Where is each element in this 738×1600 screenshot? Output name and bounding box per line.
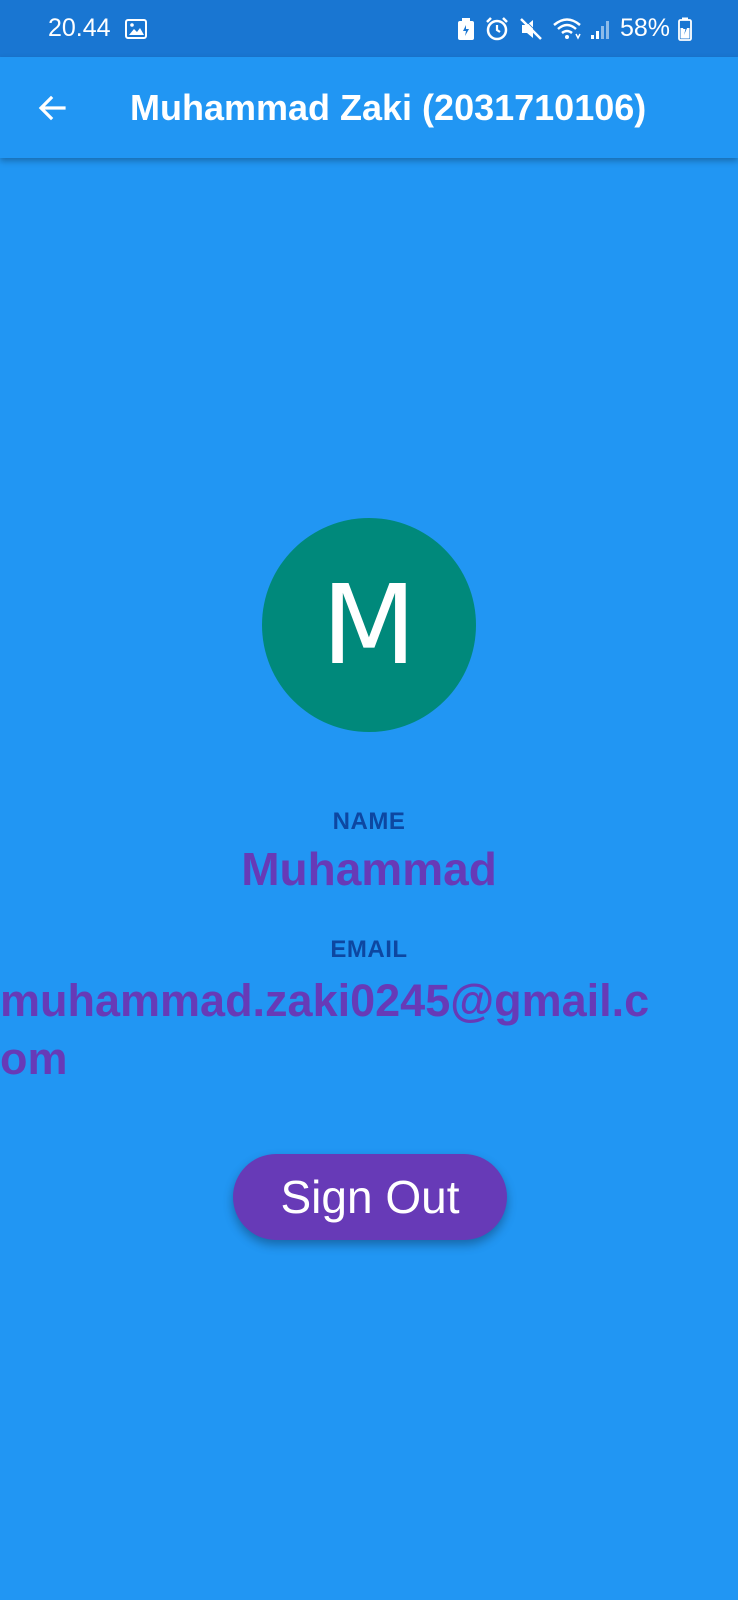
- status-bar-left: 20.44: [48, 14, 147, 43]
- wifi-icon: [552, 17, 582, 41]
- arrow-back-icon: [36, 92, 68, 124]
- app-bar: Muhammad Zaki (2031710106): [0, 57, 738, 158]
- signal-icon: [590, 18, 610, 40]
- name-label: NAME: [332, 808, 406, 835]
- status-time: 20.44: [48, 14, 111, 42]
- sign-out-button[interactable]: Sign Out: [233, 1154, 507, 1240]
- avatar: M: [262, 518, 476, 732]
- name-value: Muhammad: [241, 843, 497, 895]
- email-value: muhammad.zaki0245@gmail.com: [0, 975, 650, 1084]
- image-icon: [124, 18, 147, 39]
- alarm-icon: [484, 16, 510, 42]
- status-bar: 20.44 58%: [0, 0, 738, 57]
- battery-icon: [678, 17, 692, 41]
- battery-percent: 58%: [619, 14, 670, 42]
- battery-saver-icon: [456, 17, 476, 41]
- mute-icon: [518, 16, 544, 42]
- back-button[interactable]: [30, 86, 74, 130]
- page-title: Muhammad Zaki (2031710106): [130, 86, 647, 128]
- email-label: EMAIL: [330, 936, 408, 963]
- avatar-letter: M: [321, 561, 417, 689]
- status-bar-right: 58%: [456, 14, 692, 43]
